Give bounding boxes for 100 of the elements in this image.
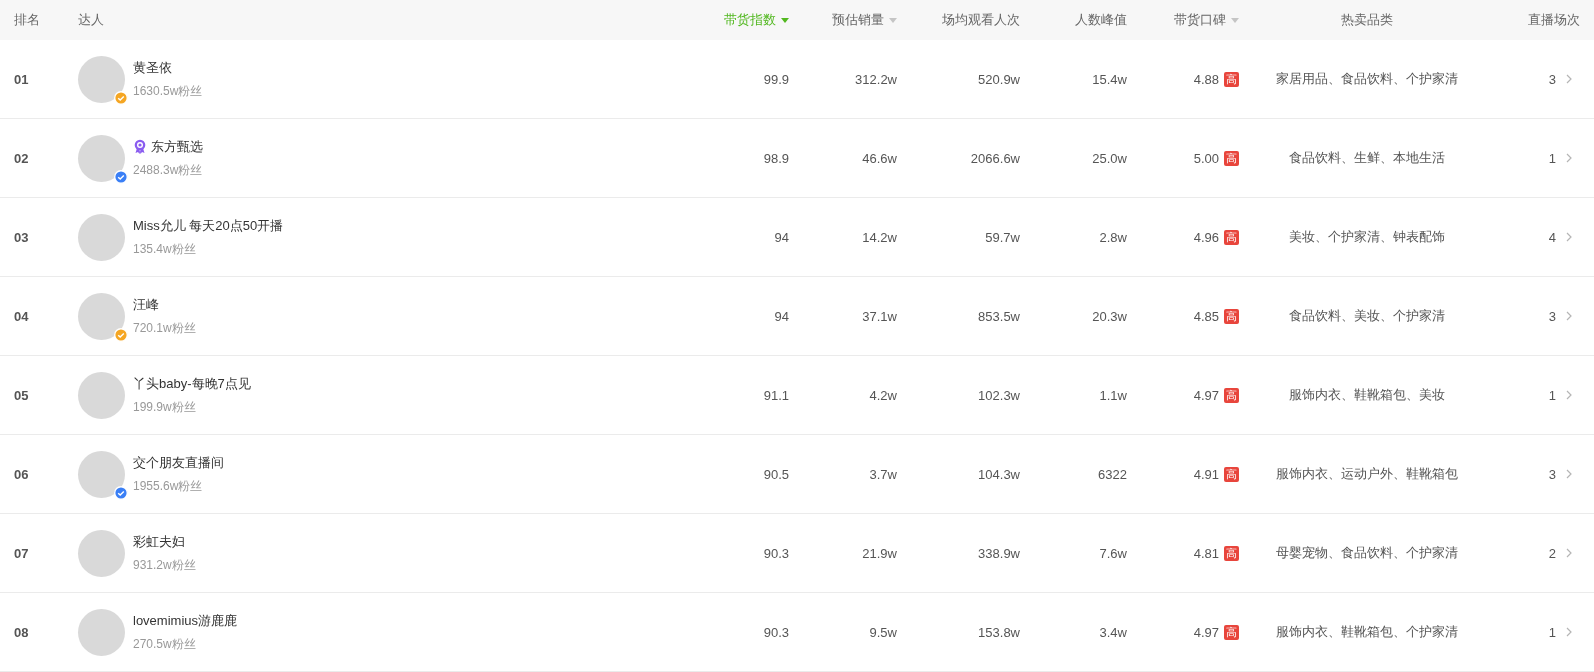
column-header[interactable]: 预估销量 [832,11,884,29]
chevron-right-icon[interactable] [1566,627,1572,637]
chevron-right-icon[interactable] [1566,232,1572,242]
table-cell: 37.1w [862,308,897,324]
rating-level-badge: 高 [1224,545,1239,561]
rank-number: 05 [14,387,29,403]
table-cell: 14.2w [862,229,897,245]
sort-caret-icon[interactable] [1231,17,1239,23]
category-list: 食品饮料、美妆、个护家清 [1289,308,1445,323]
session-count: 4 [1548,229,1556,245]
table-cell: 15.4w [1092,71,1127,87]
rating-level-badge: 高 [1224,466,1239,482]
category-list: 母婴宠物、食品饮料、个护家清 [1276,545,1458,560]
rank-number: 01 [14,71,29,87]
session-count: 1 [1548,150,1556,166]
rank-number: 02 [14,150,29,166]
rating-score: 5.00 [1193,150,1219,166]
category-list: 服饰内衣、鞋靴箱包、美妆 [1289,387,1445,402]
session-count: 2 [1548,545,1556,561]
session-count: 1 [1548,387,1556,403]
table-cell: 59.7w [985,229,1020,245]
follower-count: 720.1w粉丝 [133,319,196,337]
sort-caret-icon[interactable] [781,17,789,23]
chevron-right-icon[interactable] [1566,74,1572,84]
table-cell: 20.3w [1092,308,1127,324]
chevron-right-icon[interactable] [1566,153,1572,163]
table-cell: 2066.6w [970,150,1020,166]
sort-caret-icon[interactable] [889,17,897,23]
chevron-right-icon[interactable] [1566,390,1572,400]
follower-count: 931.2w粉丝 [133,556,196,574]
rank-number: 07 [14,545,29,561]
rank-number: 06 [14,466,29,482]
table-cell: 94 [774,229,789,245]
rating-score: 4.97 [1193,387,1219,403]
session-count: 1 [1548,624,1556,640]
table-cell: 3.7w [869,466,897,482]
follower-count: 1955.6w粉丝 [133,477,203,495]
rating-level-badge: 高 [1224,229,1239,245]
avatar-placeholder [78,608,125,656]
table-cell: 3.4w [1099,624,1127,640]
table-cell: 312.2w [855,71,897,87]
table-cell: 520.9w [978,71,1020,87]
session-count: 3 [1548,466,1556,482]
streamer-name[interactable]: 东方甄选 [151,137,203,156]
table-cell: 21.9w [862,545,897,561]
rating-score: 4.81 [1193,545,1219,561]
rating-score: 4.97 [1193,624,1219,640]
table-cell: 90.3 [763,545,789,561]
streamer-name[interactable]: Miss允儿 每天20点50开播 [133,216,284,235]
rating-level-badge: 高 [1224,387,1239,403]
follower-count: 2488.3w粉丝 [133,161,203,179]
streamer-name[interactable]: 丫头baby-每晚7点见 [133,374,251,393]
rank-number: 08 [14,624,29,640]
column-header: 场均观看人次 [942,11,1020,29]
table-cell: 1.1w [1099,387,1127,403]
chevron-right-icon[interactable] [1566,548,1572,558]
table-cell: 98.9 [763,150,789,166]
rating-score: 4.96 [1193,229,1219,245]
table-cell: 99.9 [763,71,789,87]
table-cell: 102.3w [978,387,1020,403]
rating-level-badge: 高 [1224,150,1239,166]
table-cell: 153.8w [978,624,1020,640]
column-header[interactable]: 带货口碑 [1174,11,1226,29]
rank-number: 04 [14,308,29,324]
column-header: 排名 [14,11,40,29]
column-header: 达人 [78,11,104,29]
streamer-name[interactable]: 彩虹夫妇 [133,532,185,551]
chevron-right-icon[interactable] [1566,311,1572,321]
table-cell: 2.8w [1099,229,1127,245]
table-cell: 6322 [1098,466,1127,482]
follower-count: 135.4w粉丝 [133,240,196,258]
avatar-placeholder [78,529,125,577]
table-cell: 90.5 [763,466,789,482]
category-list: 食品饮料、生鲜、本地生活 [1289,150,1445,165]
table-cell: 7.6w [1099,545,1127,561]
table-cell: 94 [774,308,789,324]
rating-score: 4.85 [1193,308,1219,324]
category-list: 美妆、个护家清、钟表配饰 [1289,229,1445,244]
rank-number: 03 [14,229,29,245]
avatar-placeholder [78,371,125,419]
table-cell: 90.3 [763,624,789,640]
session-count: 3 [1548,71,1556,87]
rating-score: 4.91 [1193,466,1219,482]
chevron-right-icon[interactable] [1566,469,1572,479]
column-header: 直播场次 [1528,11,1580,29]
table-cell: 338.9w [978,545,1020,561]
follower-count: 199.9w粉丝 [133,398,196,416]
follower-count: 270.5w粉丝 [133,635,196,653]
table-cell: 46.6w [862,150,897,166]
rating-level-badge: 高 [1224,624,1239,640]
table-cell: 104.3w [978,466,1020,482]
category-list: 服饰内衣、运动户外、鞋靴箱包 [1276,466,1458,481]
session-count: 3 [1548,308,1556,324]
streamer-name[interactable]: 黄圣依 [133,58,172,77]
table-cell: 9.5w [869,624,897,640]
streamer-name[interactable]: 交个朋友直播间 [133,453,224,472]
category-list: 家居用品、食品饮料、个护家清 [1276,71,1458,86]
table-cell: 25.0w [1092,150,1127,166]
streamer-name[interactable]: lovemimius游鹿鹿 [133,611,237,630]
streamer-name[interactable]: 汪峰 [133,295,159,314]
